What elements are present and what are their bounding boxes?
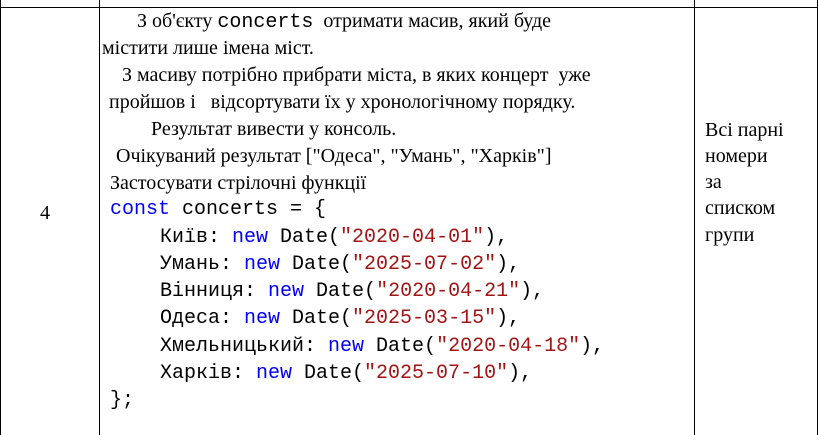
side-note-line: групи xyxy=(705,224,755,246)
code-date-string: "2025-07-10" xyxy=(364,362,509,385)
code-date-constructor: Date( xyxy=(280,307,353,330)
task-line-1-post: отримати масив, який буде xyxy=(313,10,552,32)
code-keyword-new: new xyxy=(268,280,305,303)
task-line-4: пройшов і відсортувати їх у хронологічно… xyxy=(109,91,576,113)
code-keyword-new: new xyxy=(244,253,281,276)
task-line-3: З масиву потрібно прибрати міста, в яких… xyxy=(122,64,591,86)
code-line-entry: Вінниця: new Date("2020-04-21"), xyxy=(160,282,544,302)
table-border-col2 xyxy=(694,0,695,435)
code-line-entry: Хмельницький: new Date("2020-04-18"), xyxy=(160,337,604,357)
table-border-col1 xyxy=(99,0,100,435)
task-line-1: З об'єкту concerts отримати масив, який … xyxy=(137,11,551,33)
code-entry-key: Хмельницький: xyxy=(160,335,329,358)
task-object-name: concerts xyxy=(217,11,314,34)
code-entry-key: Одеса: xyxy=(160,307,245,330)
table-border-left xyxy=(0,0,1,435)
code-keyword-new: new xyxy=(328,335,365,358)
code-declaration-rest: concerts = { xyxy=(170,198,327,221)
code-date-string: "2020-04-21" xyxy=(376,280,521,303)
code-entry-end: ), xyxy=(484,226,509,249)
task-line-6: Очікуваний результат ["Одеса", "Умань", … xyxy=(116,145,552,167)
code-line-close: }; xyxy=(110,389,135,412)
code-date-constructor: Date( xyxy=(268,226,341,249)
code-date-constructor: Date( xyxy=(292,362,365,385)
code-keyword-new: new xyxy=(256,362,293,385)
code-entry-key: Умань: xyxy=(160,253,245,276)
side-note-line: Всі парні xyxy=(705,119,784,141)
code-entry-end: ), xyxy=(520,280,545,303)
code-entry-key: Вінниця: xyxy=(160,280,269,303)
code-date-string: "2020-04-01" xyxy=(340,226,485,249)
code-line-entry: Київ: new Date("2020-04-01"), xyxy=(160,228,508,248)
table-row-separator xyxy=(0,7,818,8)
table-fragment: 4 З об'єкту concerts отримати масив, яки… xyxy=(0,0,818,435)
side-note-line: за xyxy=(705,171,722,193)
code-entry-end: ), xyxy=(496,253,521,276)
side-note-line: номери xyxy=(705,145,768,167)
code-date-string: "2025-07-02" xyxy=(352,253,497,276)
row-number: 4 xyxy=(40,202,50,224)
side-note-line: списком xyxy=(705,197,776,219)
code-date-string: "2025-03-15" xyxy=(352,307,497,330)
code-entry-key: Харків: xyxy=(160,362,257,385)
code-date-constructor: Date( xyxy=(364,335,437,358)
code-line-entry: Харків: new Date("2025-07-10"), xyxy=(160,364,532,384)
code-keyword-new: new xyxy=(232,226,269,249)
code-entry-end: ), xyxy=(580,335,605,358)
task-line-1-pre: З об'єкту xyxy=(137,10,218,32)
code-entry-key: Київ: xyxy=(160,226,233,249)
task-line-7: Застосувати стрілочні функції xyxy=(110,172,367,194)
code-date-string: "2020-04-18" xyxy=(436,335,581,358)
code-entry-end: ), xyxy=(508,362,533,385)
code-line-entry: Умань: new Date("2025-07-02"), xyxy=(160,255,520,275)
code-line-entry: Одеса: new Date("2025-03-15"), xyxy=(160,309,520,329)
code-line-declaration: const concerts = { xyxy=(110,200,326,220)
code-date-constructor: Date( xyxy=(280,253,353,276)
task-line-5: Результат вивести у консоль. xyxy=(151,118,397,140)
code-date-constructor: Date( xyxy=(304,280,377,303)
code-keyword-const: const xyxy=(110,198,171,221)
task-line-2: містити лише імена міст. xyxy=(102,37,314,59)
code-entry-end: ), xyxy=(496,307,521,330)
code-keyword-new: new xyxy=(244,307,281,330)
